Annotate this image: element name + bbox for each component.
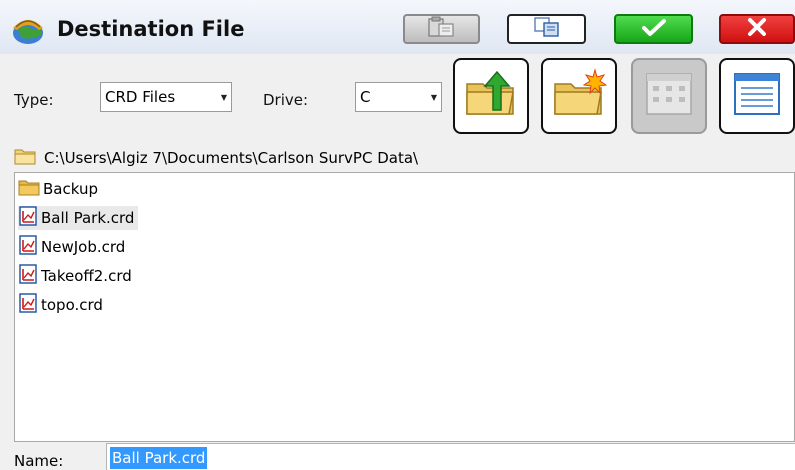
new-folder-button[interactable] (541, 58, 617, 134)
check-icon (639, 16, 669, 42)
drive-select-value: C (360, 88, 371, 106)
type-select-value: CRD Files (105, 88, 176, 106)
chevron-down-icon: ▼ (220, 92, 228, 102)
list-item-label: Ball Park.crd (41, 209, 135, 227)
list-item-label: Backup (43, 180, 98, 198)
copy-icon (532, 16, 562, 42)
new-folder-icon (551, 66, 608, 126)
copy-button[interactable] (507, 14, 586, 44)
crd-file-icon (18, 264, 38, 288)
type-label: Type: (14, 91, 54, 109)
folder-up-icon (463, 66, 519, 126)
list-item-folder[interactable]: Backup (18, 177, 102, 201)
drive-label: Drive: (263, 91, 309, 109)
icon-view-button[interactable] (631, 58, 707, 134)
current-path: C:\Users\Algiz 7\Documents\Carlson SurvP… (14, 147, 418, 169)
filename-input-value: Ball Park.crd (110, 447, 208, 469)
cancel-button[interactable] (719, 14, 795, 44)
icon-view-icon (641, 66, 697, 126)
list-view-icon (729, 66, 785, 126)
list-item-file[interactable]: topo.crd (18, 293, 107, 317)
chevron-down-icon: ▼ (430, 92, 438, 102)
crd-file-icon (18, 293, 38, 317)
list-item-label: NewJob.crd (41, 238, 126, 256)
crd-file-icon (18, 235, 38, 259)
list-view-button[interactable] (719, 58, 795, 134)
folder-icon (14, 147, 36, 169)
list-item-label: topo.crd (41, 296, 103, 314)
folder-icon (18, 178, 40, 200)
list-item-file[interactable]: Takeoff2.crd (18, 264, 136, 288)
current-path-text: C:\Users\Algiz 7\Documents\Carlson SurvP… (44, 149, 419, 167)
filename-input[interactable]: Ball Park.crd (106, 443, 795, 470)
drive-select[interactable]: C ▼ (355, 82, 442, 112)
file-list[interactable]: Backup Ball Park.crd NewJob.crd Takeoff2… (14, 172, 795, 442)
list-item-file[interactable]: NewJob.crd (18, 235, 129, 259)
globe-icon (10, 14, 46, 46)
up-folder-button[interactable] (453, 58, 529, 134)
type-select[interactable]: CRD Files ▼ (100, 82, 232, 112)
paste-button[interactable] (403, 14, 480, 44)
crd-file-icon (18, 206, 38, 230)
list-item-file[interactable]: Ball Park.crd (18, 206, 139, 230)
paste-icon (427, 16, 457, 42)
title-bar: Destination File (0, 0, 795, 54)
name-label: Name: (14, 452, 64, 470)
close-icon (745, 16, 769, 42)
dialog-title: Destination File (57, 17, 245, 41)
list-item-label: Takeoff2.crd (41, 267, 132, 285)
ok-button[interactable] (614, 14, 693, 44)
